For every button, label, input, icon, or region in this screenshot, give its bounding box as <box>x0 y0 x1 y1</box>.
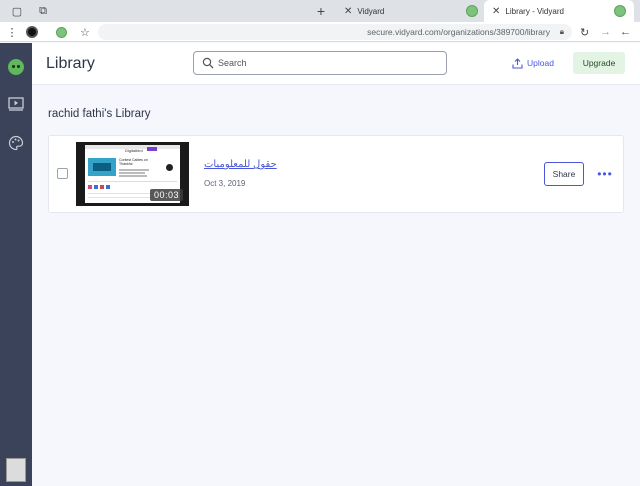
page-title: Library <box>46 55 95 72</box>
bookmark-star-icon[interactable]: ☆ <box>80 25 90 39</box>
close-tab-icon[interactable]: ✕ <box>492 6 500 17</box>
clock-extension-icon[interactable] <box>26 25 38 39</box>
share-button[interactable]: Share <box>544 162 584 186</box>
vidyard-extension-icon[interactable] <box>56 25 67 39</box>
user-avatar[interactable] <box>6 458 26 482</box>
upload-button[interactable]: Upload <box>512 53 554 73</box>
search-box[interactable] <box>193 51 447 75</box>
back-arrow-icon[interactable]: ← <box>620 25 631 39</box>
browser-menu-icon[interactable]: ⋮ <box>7 25 18 39</box>
forward-arrow-icon[interactable]: → <box>600 25 611 39</box>
video-title-link[interactable]: حقول للمعلوميات <box>204 159 277 170</box>
video-thumbnail[interactable]: Digitalbird Contest Cables on Thankful 0… <box>76 142 189 206</box>
play-icon <box>166 164 173 171</box>
close-tab-icon[interactable]: ✕ <box>344 6 352 17</box>
reload-icon[interactable]: ↻ <box>580 25 589 39</box>
vidyard-favicon-icon <box>614 5 626 17</box>
thumbnail-headline: Contest Cables on Thankful <box>119 158 148 166</box>
video-card: Digitalbird Contest Cables on Thankful 0… <box>48 135 624 213</box>
new-tab-icon[interactable]: + <box>314 3 328 19</box>
tab-vidyard[interactable]: ✕ Vidyard <box>336 0 484 22</box>
more-options-icon[interactable]: ••• <box>595 164 615 184</box>
library-heading: rachid fathi's Library <box>48 108 151 120</box>
vidyard-logo-icon[interactable] <box>8 59 24 75</box>
url-text: secure.vidyard.com/organizations/389700/… <box>367 27 550 37</box>
thumbnail-brand-text: Digitalbird <box>125 148 143 153</box>
window-restore-icon[interactable]: ⧉ <box>36 4 50 18</box>
tab-library-vidyard[interactable]: ✕ Library - Vidyard <box>484 0 634 22</box>
palette-icon[interactable] <box>8 135 24 151</box>
upload-label: Upload <box>527 58 554 68</box>
lock-icon[interactable]: 🔒︎ <box>560 27 564 37</box>
browser-tabstrip: ▢ ⧉ + ✕ Vidyard ✕ Library - Vidyard <box>0 0 640 22</box>
search-input[interactable] <box>218 55 438 71</box>
search-icon <box>202 57 214 69</box>
browser-toolbar: ⋮ ☆ secure.vidyard.com/organizations/389… <box>0 22 640 42</box>
page-header: Library Upload Upgrade <box>32 43 640 85</box>
tab-label: Library - Vidyard <box>505 6 564 16</box>
upgrade-button[interactable]: Upgrade <box>573 52 625 74</box>
vidyard-favicon-icon <box>466 5 478 17</box>
video-library-icon[interactable] <box>8 96 24 112</box>
address-bar[interactable]: secure.vidyard.com/organizations/389700/… <box>98 24 572 40</box>
app-sidebar <box>0 43 32 486</box>
tab-label: Vidyard <box>357 6 385 16</box>
upload-icon <box>512 57 523 69</box>
video-select-checkbox[interactable] <box>57 168 68 179</box>
video-duration: 00:03 <box>149 189 183 201</box>
video-date: Oct 3, 2019 <box>204 179 246 188</box>
tab-search-icon[interactable]: ▢ <box>10 4 24 18</box>
